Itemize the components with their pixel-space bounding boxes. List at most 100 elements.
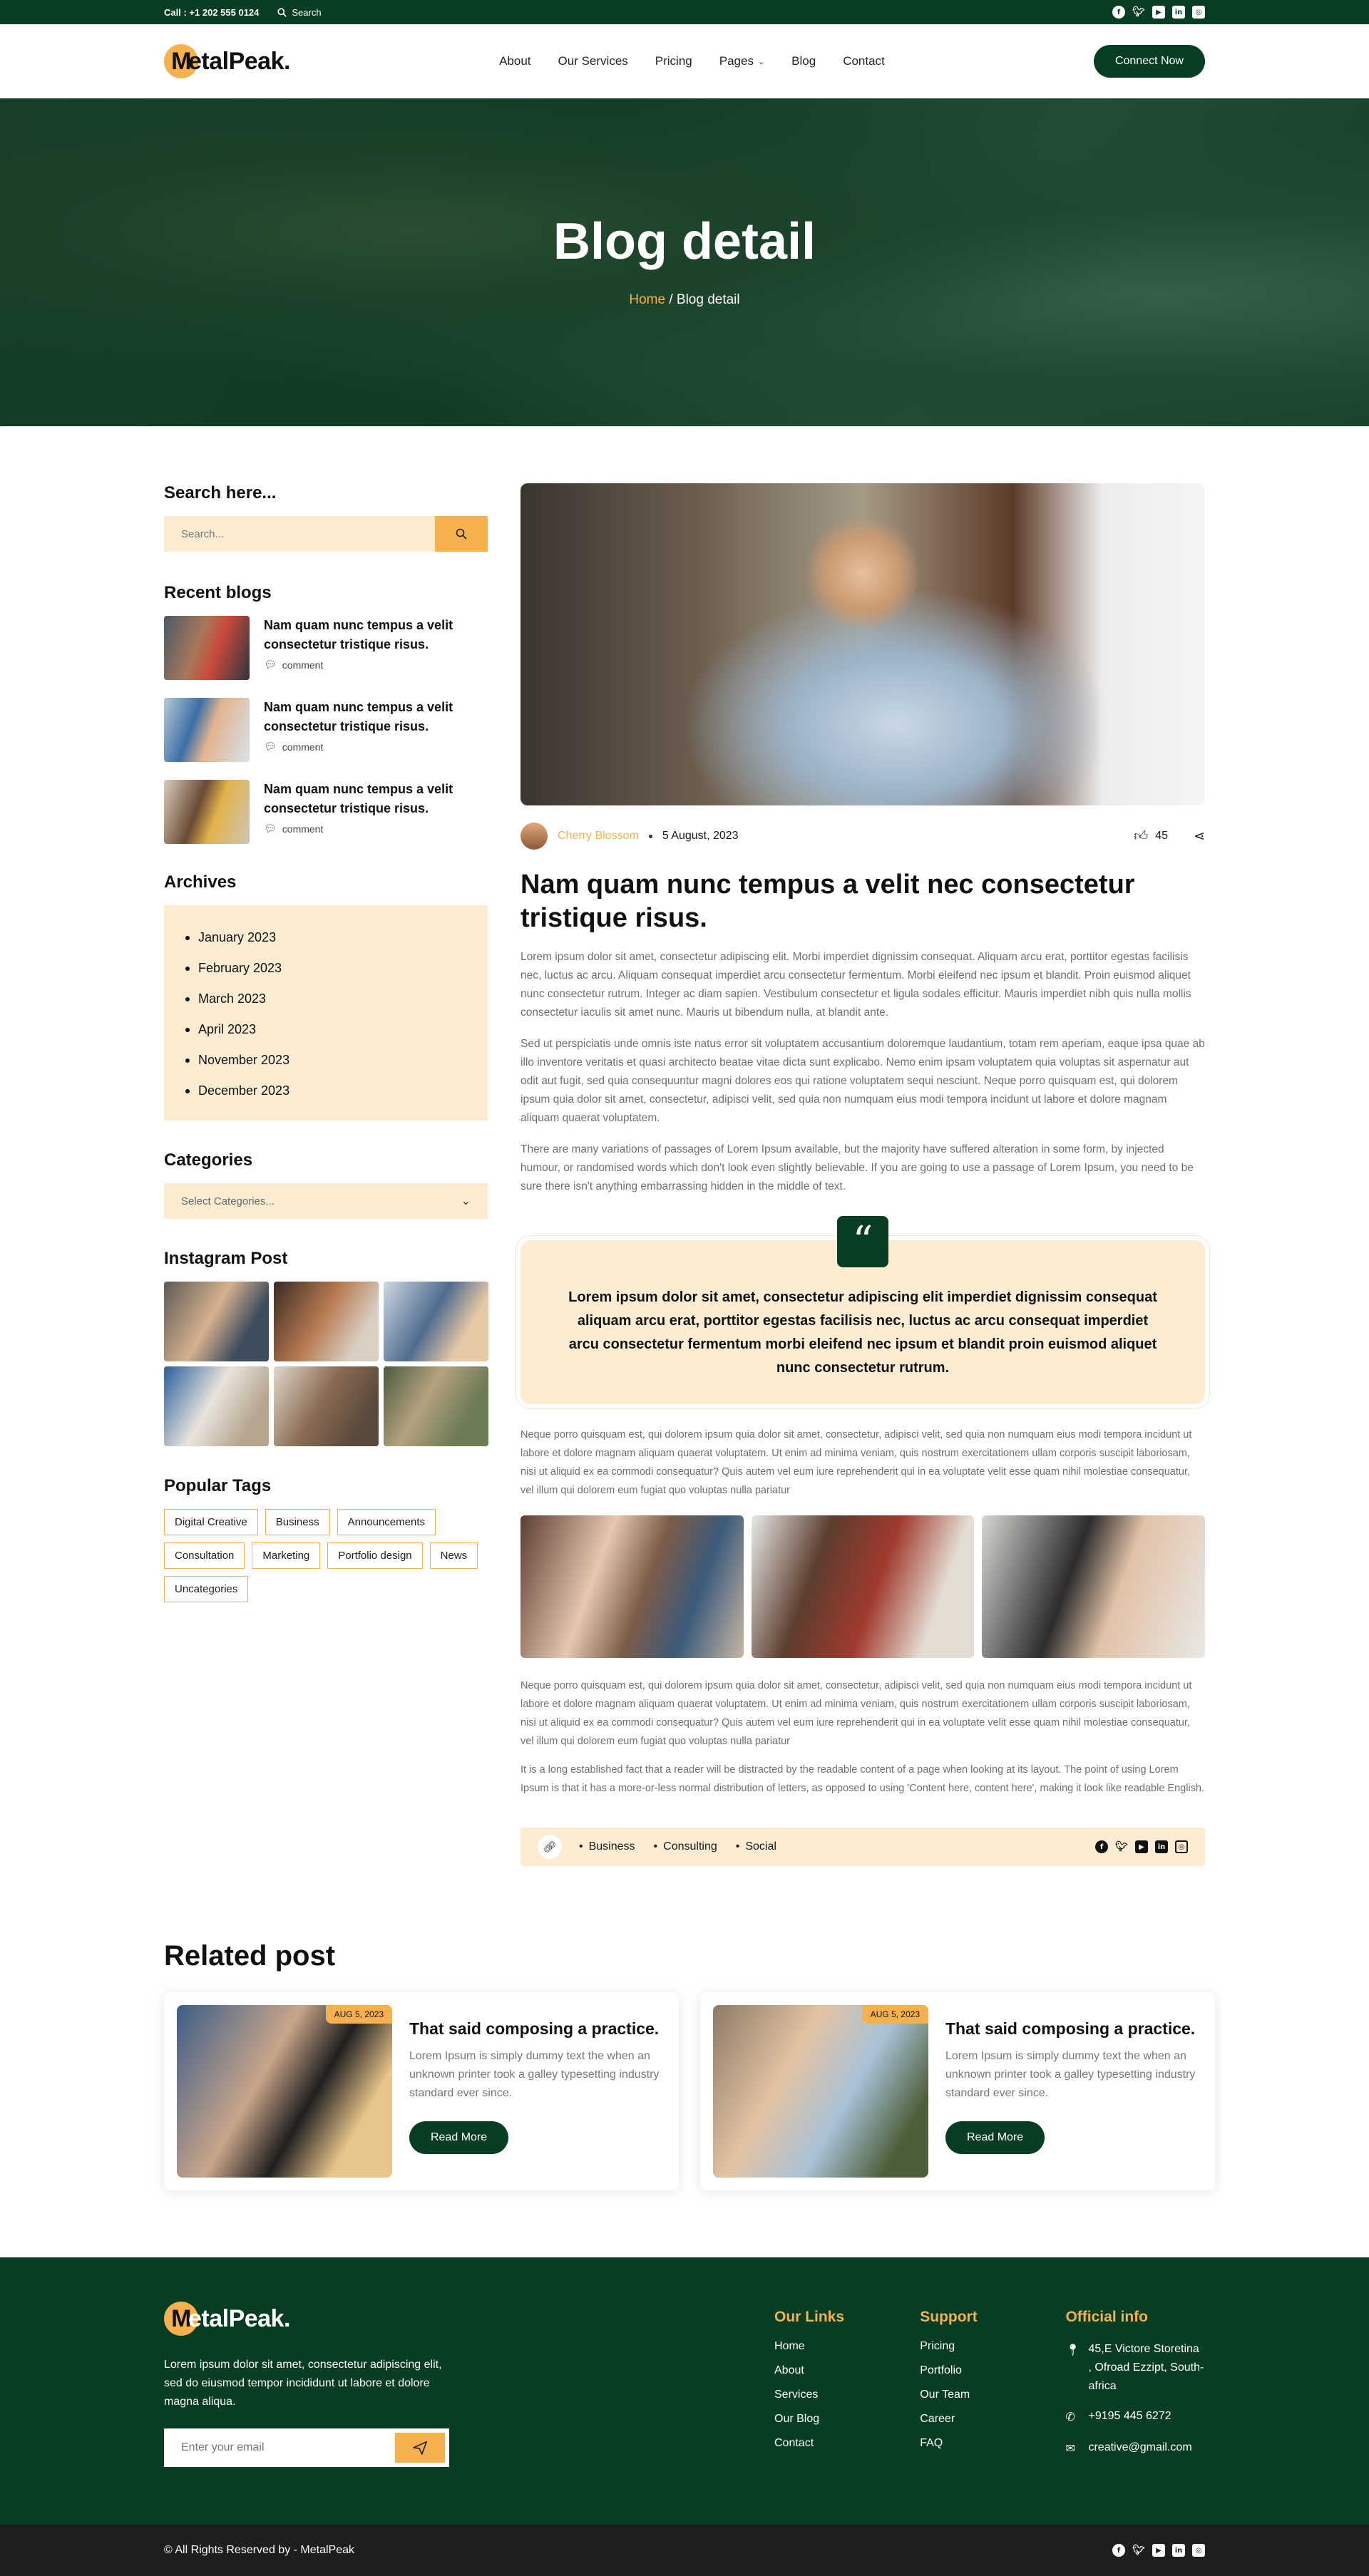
- archive-item[interactable]: April 2023: [185, 1014, 466, 1045]
- tag-item[interactable]: Announcements: [337, 1509, 436, 1535]
- instagram-icon[interactable]: ◎: [1192, 2544, 1205, 2557]
- linkedin-icon[interactable]: in: [1172, 2544, 1185, 2557]
- footer-link[interactable]: FAQ: [920, 2437, 1065, 2461]
- recent-blog-item[interactable]: Nam quam nunc tempus a velit consectetur…: [164, 616, 488, 680]
- recent-blog-title[interactable]: Nam quam nunc tempus a velit consectetur…: [264, 698, 488, 736]
- related-card-title[interactable]: That said composing a practice.: [945, 2019, 1202, 2039]
- main-nav: About Our Services Pricing Pages ⌄ Blog C…: [499, 54, 885, 68]
- author-name[interactable]: Cherry Blossom: [558, 830, 639, 843]
- linkedin-icon[interactable]: in: [1155, 1840, 1168, 1853]
- nav-services[interactable]: Our Services: [558, 54, 628, 68]
- facebook-icon[interactable]: f: [1095, 1840, 1108, 1853]
- link-icon[interactable]: 🔗︎: [538, 1835, 562, 1859]
- address-text: 45,E Victore Storetina , Ofroad Ezzipt, …: [1088, 2343, 1204, 2392]
- read-more-button[interactable]: Read More: [409, 2121, 509, 2154]
- comment-label: comment: [282, 823, 324, 835]
- related-card[interactable]: AUG 5, 2023 That said composing a practi…: [164, 1992, 679, 2190]
- search-input[interactable]: [164, 516, 435, 552]
- youtube-icon[interactable]: ▶: [1152, 6, 1165, 19]
- footer-link[interactable]: Portfolio: [920, 2364, 1065, 2389]
- related-card[interactable]: AUG 5, 2023 That said composing a practi…: [700, 1992, 1215, 2190]
- instagram-photo[interactable]: [384, 1282, 488, 1361]
- tag-item[interactable]: Portfolio design: [327, 1542, 423, 1569]
- gallery-image[interactable]: [751, 1515, 975, 1658]
- nav-about[interactable]: About: [499, 54, 530, 68]
- instagram-photo[interactable]: [274, 1366, 379, 1446]
- tag-item[interactable]: Business: [265, 1509, 330, 1535]
- post-paragraph: It is a long established fact that a rea…: [521, 1764, 1205, 1794]
- instagram-photo[interactable]: [384, 1366, 488, 1446]
- share-icon[interactable]: ⋖: [1194, 828, 1205, 845]
- recent-blog-title[interactable]: Nam quam nunc tempus a velit consectetur…: [264, 780, 488, 818]
- search-label: Search: [292, 6, 322, 18]
- email-input[interactable]: Enter your email: [181, 2441, 265, 2454]
- footer-link[interactable]: Contact: [774, 2437, 920, 2461]
- footer-link[interactable]: Pricing: [920, 2340, 1065, 2364]
- top-bar: Call : +1 202 555 0124 Search f 🐦︎ ▶ in …: [0, 0, 1369, 24]
- twitter-icon[interactable]: 🐦︎: [1132, 2544, 1145, 2557]
- post-date: 5 August, 2023: [662, 830, 739, 842]
- footer-link[interactable]: Services: [774, 2389, 920, 2413]
- archive-item[interactable]: November 2023: [185, 1045, 466, 1076]
- search-button[interactable]: [435, 516, 488, 552]
- related-posts: Related post AUG 5, 2023 That said compo…: [164, 1940, 1205, 2190]
- post-tag[interactable]: Social: [736, 1840, 776, 1853]
- read-more-button[interactable]: Read More: [945, 2121, 1045, 2154]
- facebook-icon[interactable]: f: [1112, 6, 1125, 19]
- related-image: AUG 5, 2023: [177, 2005, 392, 2178]
- recent-blog-item[interactable]: Nam quam nunc tempus a velit consectetur…: [164, 780, 488, 844]
- youtube-icon[interactable]: ▶: [1152, 2544, 1165, 2557]
- nav-blog[interactable]: Blog: [791, 54, 816, 68]
- footer-link[interactable]: Home: [774, 2340, 920, 2364]
- thumbs-up-icon: 👍︎: [1134, 828, 1149, 844]
- footer-link[interactable]: About: [774, 2364, 920, 2389]
- instagram-icon[interactable]: ◎: [1175, 1840, 1188, 1853]
- archive-item[interactable]: December 2023: [185, 1076, 466, 1106]
- recent-blog-comments: 💬︎ comment: [264, 741, 488, 753]
- twitter-icon[interactable]: 🐦︎: [1115, 1840, 1128, 1853]
- connect-now-button[interactable]: Connect Now: [1093, 45, 1205, 78]
- popular-tags: Digital Creative Business Announcements …: [164, 1509, 488, 1602]
- footer-email[interactable]: ✉ creative@gmail.com: [1065, 2438, 1205, 2458]
- facebook-icon[interactable]: f: [1112, 2544, 1125, 2557]
- top-phone[interactable]: Call : +1 202 555 0124: [164, 7, 259, 18]
- footer-link[interactable]: Career: [920, 2413, 1065, 2437]
- post-tag[interactable]: Consulting: [654, 1840, 717, 1853]
- footer-link[interactable]: Our Team: [920, 2389, 1065, 2413]
- archive-item[interactable]: March 2023: [185, 984, 466, 1014]
- nav-pages[interactable]: Pages ⌄: [719, 54, 764, 68]
- instagram-photo[interactable]: [274, 1282, 379, 1361]
- nav-pricing[interactable]: Pricing: [655, 54, 692, 68]
- instagram-icon[interactable]: ◎: [1192, 6, 1205, 19]
- like-button[interactable]: 👍︎ 45: [1134, 828, 1168, 845]
- footer-logo[interactable]: MetalPeak.: [164, 2302, 449, 2336]
- archive-item[interactable]: January 2023: [185, 922, 466, 953]
- nav-contact[interactable]: Contact: [843, 54, 885, 68]
- tag-item[interactable]: Marketing: [252, 1542, 321, 1569]
- gallery-image[interactable]: [521, 1515, 744, 1658]
- tag-item[interactable]: Uncategories: [164, 1576, 249, 1602]
- instagram-photo[interactable]: [164, 1282, 269, 1361]
- footer-phone[interactable]: ✆ +9195 445 6272: [1065, 2407, 1205, 2427]
- logo[interactable]: MetalPeak.: [164, 44, 290, 78]
- tag-item[interactable]: Digital Creative: [164, 1509, 258, 1535]
- archive-item[interactable]: February 2023: [185, 953, 466, 984]
- top-search[interactable]: Search: [277, 6, 322, 18]
- youtube-icon[interactable]: ▶: [1135, 1840, 1148, 1853]
- footer-link[interactable]: Our Blog: [774, 2413, 920, 2437]
- instagram-photo[interactable]: [164, 1366, 269, 1446]
- gallery-image[interactable]: [982, 1515, 1206, 1658]
- logo-text: etalPeak.: [188, 2304, 290, 2332]
- post-tag[interactable]: Business: [579, 1840, 635, 1853]
- twitter-icon[interactable]: 🐦︎: [1132, 6, 1145, 19]
- post-paragraph: Lorem ipsum dolor sit amet, consectetur …: [521, 951, 1191, 1019]
- tag-item[interactable]: Consultation: [164, 1542, 245, 1569]
- tag-item[interactable]: News: [429, 1542, 478, 1569]
- breadcrumb-home[interactable]: Home: [629, 292, 665, 307]
- related-card-title[interactable]: That said composing a practice.: [409, 2019, 666, 2039]
- categories-select[interactable]: Select Categories... ⌄: [164, 1183, 488, 1219]
- send-button[interactable]: [395, 2433, 445, 2463]
- linkedin-icon[interactable]: in: [1172, 6, 1185, 19]
- recent-blog-title[interactable]: Nam quam nunc tempus a velit consectetur…: [264, 616, 488, 654]
- recent-blog-item[interactable]: Nam quam nunc tempus a velit consectetur…: [164, 698, 488, 762]
